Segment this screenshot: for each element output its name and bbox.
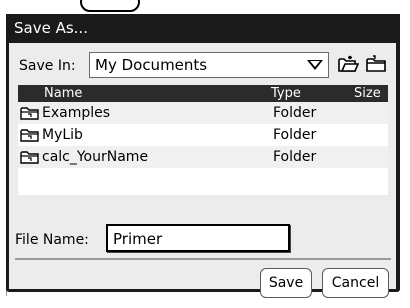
column-header-size[interactable]: Size	[354, 85, 381, 102]
column-header-type[interactable]: Type	[271, 85, 301, 102]
table-row[interactable]: Examples Folder	[18, 102, 388, 124]
new-folder-button[interactable]	[337, 54, 359, 74]
save-as-dialog: Save As... Save In: My Documents Name Ty…	[6, 14, 400, 298]
column-header-name[interactable]: Name	[44, 85, 82, 102]
row-type: Folder	[273, 105, 317, 121]
row-name: MyLib	[42, 127, 83, 143]
folder-icon	[20, 107, 39, 120]
save-in-value: My Documents	[95, 56, 208, 74]
file-name-value: Primer	[113, 230, 163, 248]
file-name-label: File Name:	[15, 232, 89, 248]
folder-icon	[20, 129, 39, 142]
save-in-dropdown[interactable]: My Documents	[89, 52, 329, 78]
title-bar[interactable]: Save As...	[6, 14, 400, 43]
file-name-input[interactable]: Primer	[106, 224, 290, 252]
table-row[interactable]: MyLib Folder	[18, 124, 388, 146]
folder-icon	[20, 151, 39, 164]
chevron-down-icon[interactable]	[307, 60, 323, 70]
up-folder-icon	[366, 55, 386, 72]
up-folder-button[interactable]	[365, 54, 387, 74]
save-in-label: Save In:	[19, 58, 76, 74]
table-header: Name Type Size	[18, 85, 388, 102]
save-button[interactable]: Save	[260, 268, 312, 298]
file-list: Name Type Size Examples Folder MyLib Fol…	[18, 85, 388, 195]
dialog-title: Save As...	[14, 19, 88, 37]
row-name: calc_YourName	[42, 149, 149, 165]
row-name: Examples	[42, 105, 111, 121]
row-type: Folder	[273, 149, 317, 165]
background-tab	[80, 0, 140, 12]
table-row[interactable]: calc_YourName Folder	[18, 146, 388, 168]
dialog-body: Save In: My Documents Name Type Size Exa…	[9, 43, 396, 298]
cancel-button[interactable]: Cancel	[322, 268, 389, 298]
new-folder-icon	[338, 55, 359, 72]
divider	[15, 258, 391, 260]
row-type: Folder	[273, 127, 317, 143]
